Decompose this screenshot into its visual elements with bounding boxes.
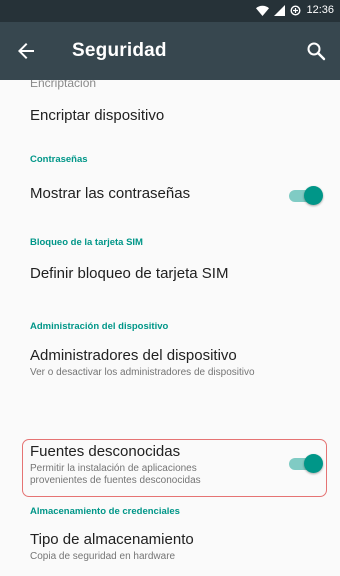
section-header-encryption: Encriptación	[30, 80, 97, 90]
toggle-knob	[304, 186, 323, 205]
setting-storage-type[interactable]: Tipo de almacenamiento Copia de segurida…	[0, 526, 340, 574]
setting-subtitle-line2: provenientes de fuentes desconocidas	[30, 475, 201, 486]
setting-title: Encriptar dispositivo	[30, 107, 165, 124]
setting-title: Tipo de almacenamiento	[30, 531, 194, 548]
section-header-device-admin: Administración del dispositivo	[30, 321, 169, 332]
section-header-credential-storage: Almacenamiento de credenciales	[30, 506, 180, 517]
setting-sim-lock[interactable]: Definir bloqueo de tarjeta SIM	[0, 256, 340, 296]
app-bar: Seguridad	[0, 22, 340, 80]
wifi-icon	[256, 5, 270, 16]
setting-title: Definir bloqueo de tarjeta SIM	[30, 265, 229, 282]
unknown-sources-toggle[interactable]	[287, 453, 323, 473]
status-bar: 12:36	[0, 0, 340, 22]
settings-list[interactable]: Encriptación Encriptar dispositivo Contr…	[0, 80, 340, 576]
status-time: 12:36	[306, 4, 334, 16]
setting-subtitle-line1: Permitir la instalación de aplicaciones	[30, 463, 197, 474]
section-header-sim-lock: Bloqueo de la tarjeta SIM	[30, 237, 143, 248]
arrow-back-icon[interactable]	[14, 39, 38, 63]
page-title: Seguridad	[72, 40, 167, 61]
setting-title: Administradores del dispositivo	[30, 347, 237, 364]
setting-subtitle: Ver o desactivar los administradores de …	[30, 367, 255, 378]
setting-show-passwords[interactable]: Mostrar las contraseñas	[0, 176, 340, 216]
show-passwords-toggle[interactable]	[287, 185, 323, 205]
setting-title: Mostrar las contraseñas	[30, 185, 191, 202]
status-icons: 12:36	[256, 4, 334, 16]
search-icon[interactable]	[304, 39, 328, 63]
data-saver-icon	[290, 4, 301, 16]
toggle-knob	[304, 454, 323, 473]
section-header-passwords: Contraseñas	[30, 154, 88, 165]
setting-title: Fuentes desconocidas	[30, 443, 181, 460]
setting-unknown-sources[interactable]: Fuentes desconocidas Permitir la instala…	[0, 440, 340, 496]
setting-encrypt-device[interactable]: Encriptar dispositivo	[0, 98, 340, 138]
signal-icon	[274, 4, 286, 16]
setting-device-admins[interactable]: Administradores del dispositivo Ver o de…	[0, 342, 340, 390]
setting-subtitle: Copia de seguridad en hardware	[30, 551, 176, 562]
